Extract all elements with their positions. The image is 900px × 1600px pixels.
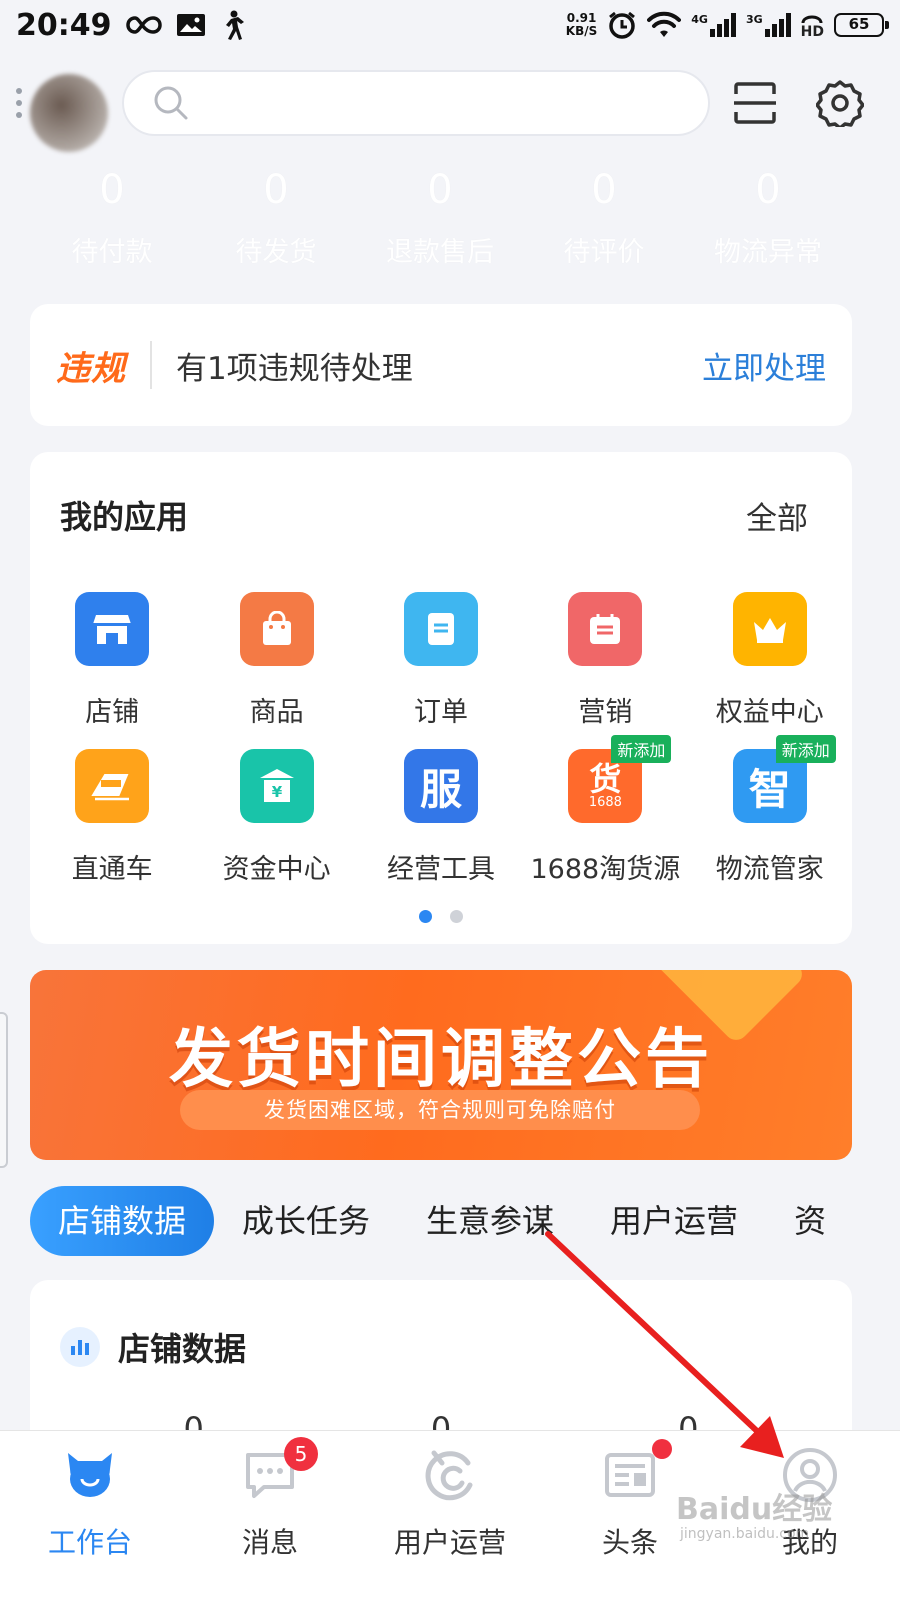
hd-call-icon: HD <box>801 11 824 39</box>
search-input[interactable] <box>200 89 680 117</box>
signal-3g: 3G <box>746 13 791 37</box>
bank-icon: ¥ <box>239 749 314 823</box>
message-icon: 5 <box>240 1437 318 1505</box>
scan-icon[interactable] <box>730 78 780 128</box>
app-orders[interactable]: 订单 <box>359 590 523 747</box>
page-indicator <box>30 910 852 923</box>
store-data-title: 店铺数据 <box>118 1330 247 1368</box>
stat-pending-payment[interactable]: 0 待付款 <box>30 160 194 269</box>
app-goods[interactable]: 商品 <box>194 590 358 747</box>
app-grid: 店铺 商品 订单 营销 权益中心 直通车 ¥ 资金中心 服 经营工具 货 168… <box>30 590 852 904</box>
stat-pending-review[interactable]: 0 待评价 <box>522 160 686 269</box>
user-ops-icon <box>420 1445 480 1505</box>
bar-chart-icon <box>60 1327 100 1367</box>
walking-icon <box>225 10 244 40</box>
tab-user-ops[interactable]: 用户运营 <box>582 1186 766 1256</box>
nav-workbench[interactable]: 工作台 <box>0 1431 180 1600</box>
avatar[interactable] <box>30 74 108 152</box>
banner-subtitle: 发货困难区域，符合规则可免除赔付 <box>180 1090 700 1130</box>
nav-messages[interactable]: 5 消息 <box>180 1431 360 1600</box>
app-benefits-center[interactable]: 权益中心 <box>688 590 852 747</box>
tab-growth-tasks[interactable]: 成长任务 <box>214 1186 398 1256</box>
status-time: 20:49 <box>16 7 112 43</box>
news-icon <box>600 1439 672 1505</box>
violation-message: 有1项违规待处理 <box>176 350 413 387</box>
document-icon <box>403 592 478 666</box>
status-bar: 20:49 0.91 KB/S 4G 3G HD 65 <box>0 0 900 50</box>
app-marketing[interactable]: 营销 <box>523 590 687 747</box>
app-through-train[interactable]: 直通车 <box>30 747 194 904</box>
crown-icon <box>732 592 807 666</box>
alarm-icon <box>609 11 636 39</box>
wifi-icon <box>647 11 682 37</box>
status-right: 0.91 KB/S 4G 3G HD 65 <box>565 10 889 40</box>
signal-4g: 4G <box>691 13 736 37</box>
watermark: Baidu经验 <box>676 1492 833 1527</box>
violation-card[interactable]: 违规 有1项违规待处理 立即处理 <box>30 304 852 426</box>
app-finance-center[interactable]: ¥ 资金中心 <box>194 747 358 904</box>
violation-tag: 违规 <box>56 348 126 389</box>
stat-pending-shipment[interactable]: 0 待发货 <box>194 160 358 269</box>
header <box>0 68 900 152</box>
net-speed: 0.91 KB/S <box>565 11 598 38</box>
tab-funds[interactable]: 资 <box>766 1186 854 1256</box>
apps-title: 我的应用 <box>60 498 189 536</box>
handle-now-link[interactable]: 立即处理 <box>702 343 826 388</box>
watermark-url: jingyan.baidu.com <box>680 1526 810 1542</box>
app-store[interactable]: 店铺 <box>30 590 194 747</box>
app-business-tools[interactable]: 服 经营工具 <box>359 747 523 904</box>
tab-business-advisor[interactable]: 生意参谋 <box>398 1186 582 1256</box>
stat-logistics-exception[interactable]: 0 物流异常 <box>686 160 850 269</box>
order-stats: 0 待付款 0 待发货 0 退款售后 0 待评价 0 物流异常 <box>30 160 850 269</box>
app-1688-sourcing[interactable]: 货 1688 新添加 1688淘货源 <box>523 735 687 904</box>
settings-gear-icon[interactable] <box>815 78 865 128</box>
unread-badge: 5 <box>284 1437 318 1471</box>
nav-user-ops[interactable]: 用户运营 <box>360 1431 540 1600</box>
workbench-icon <box>60 1445 120 1505</box>
shopping-bag-icon <box>239 592 314 666</box>
stat-refund[interactable]: 0 退款售后 <box>358 160 522 269</box>
page-dot-active <box>419 910 432 923</box>
banner-title: 发货时间调整公告 <box>169 1023 713 1097</box>
new-badge: 新添加 <box>775 735 836 763</box>
app-logistics-manager[interactable]: 智 新添加 物流管家 <box>688 735 852 904</box>
new-badge: 新添加 <box>611 735 672 763</box>
my-apps-card: 我的应用 全部 店铺 商品 订单 营销 权益中心 直通车 ¥ 资金中心 服 经营… <box>30 452 852 944</box>
battery-indicator: 65 <box>834 13 889 37</box>
tools-icon: 服 <box>403 749 478 823</box>
search-icon <box>154 86 188 120</box>
new-dot <box>652 1439 672 1459</box>
apps-all-link[interactable]: 全部 <box>746 493 808 538</box>
page-dot[interactable] <box>450 910 463 923</box>
calendar-icon <box>568 592 643 666</box>
gallery-icon <box>176 14 205 36</box>
store-icon <box>75 592 150 666</box>
status-left-icons <box>125 10 244 40</box>
divider <box>150 341 152 389</box>
infinity-icon <box>125 16 162 34</box>
train-icon <box>75 749 150 823</box>
svg-text:¥: ¥ <box>271 783 282 801</box>
side-handle[interactable] <box>0 1012 8 1168</box>
drag-handle-icon[interactable] <box>16 88 22 118</box>
announcement-banner[interactable]: 发货时间调整公告 发货困难区域，符合规则可免除赔付 <box>30 970 852 1160</box>
search-bar[interactable] <box>122 70 710 136</box>
tab-store-data[interactable]: 店铺数据 <box>30 1186 215 1256</box>
data-tabs: 店铺数据 成长任务 生意参谋 用户运营 资 <box>30 1186 900 1256</box>
